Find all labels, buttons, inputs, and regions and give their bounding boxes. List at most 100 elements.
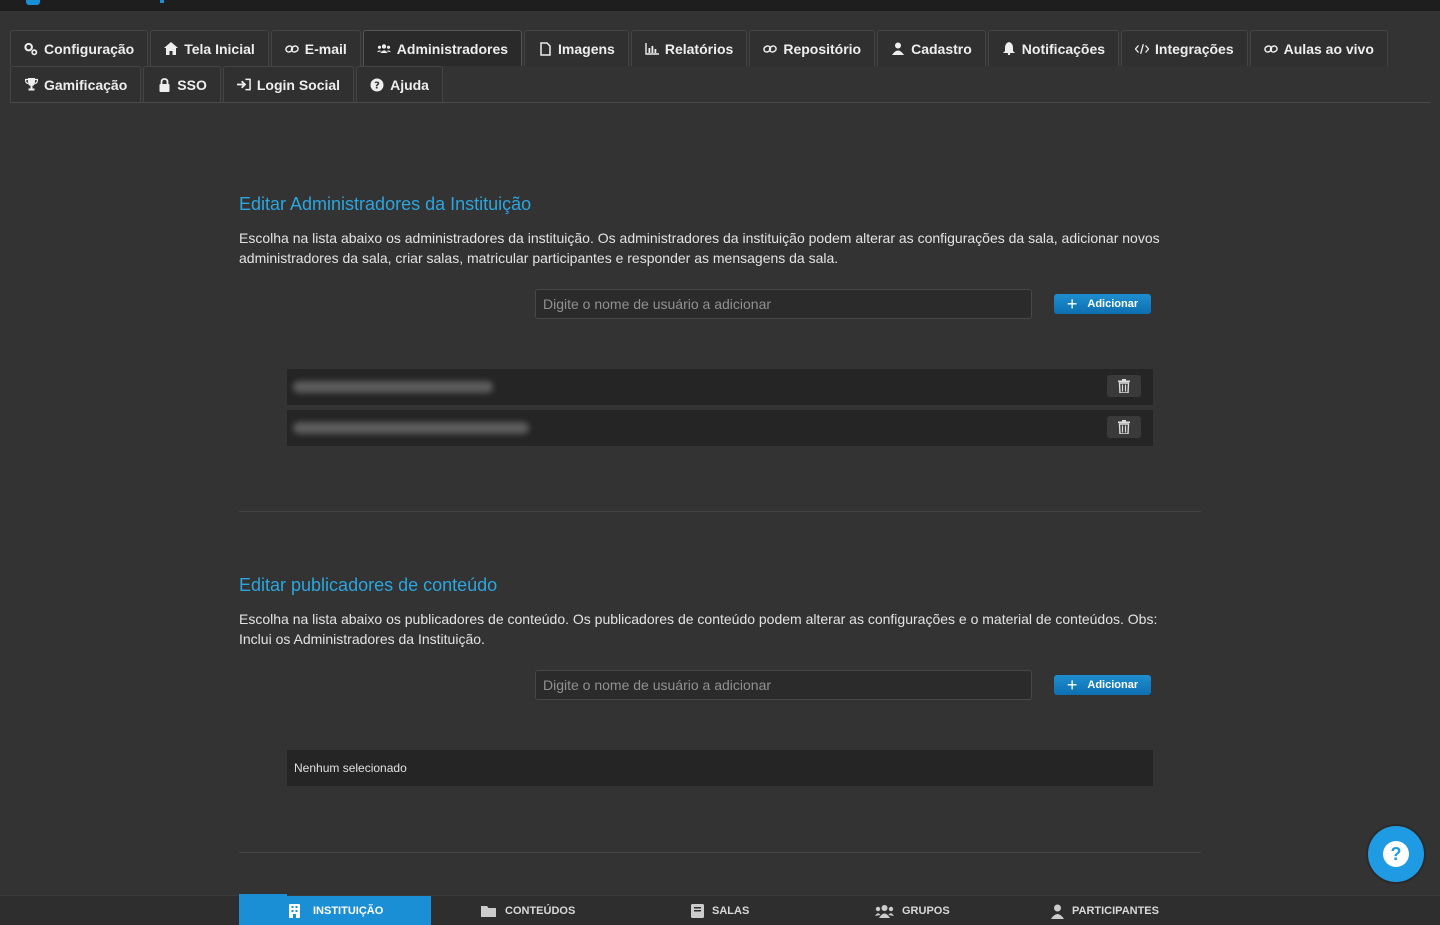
tab-cadastro[interactable]: Cadastro [877,30,986,66]
question-icon: ? [1383,841,1409,867]
building-icon [289,904,300,918]
folder-icon [481,906,496,917]
users-icon [875,905,894,918]
file-icon [538,41,552,56]
tab-label: Notificações [1021,40,1106,57]
code-icon [1135,42,1150,56]
delete-admin-button[interactable] [1107,416,1141,438]
tab-email[interactable]: E-mail [270,30,361,66]
link-icon [763,42,778,56]
plus-icon: + [1066,294,1078,314]
trophy-icon [24,78,38,92]
add-admin-button[interactable]: + Adicionar [1054,294,1151,314]
redacted-email [293,381,493,393]
admins-title: Editar Administradores da Instituição [239,194,532,214]
nav-label: CONTEÚDOS [505,905,576,917]
admins-section: Editar Administradores da Instituição Es… [239,194,1201,454]
tab-label: Integrações [1155,40,1234,57]
tab-imagens[interactable]: Imagens [524,30,629,66]
users-icon [376,42,391,56]
trash-icon [1118,420,1130,434]
link-icon [1263,42,1278,56]
publishers-title: Editar publicadores de conteúdo [239,575,498,595]
admins-list [287,369,1153,451]
tab-label: Ajuda [390,76,429,93]
tab-aulas-ao-vivo[interactable]: Aulas ao vivo [1249,30,1388,66]
admins-description: Escolha na lista abaixo os administrador… [239,230,1160,266]
nav-salas[interactable]: SALAS [691,896,749,925]
lock-icon [157,77,171,92]
nav-label: SALAS [712,905,750,917]
user-icon [1051,904,1064,919]
section-divider [239,852,1201,853]
nav-label: PARTICIPANTES [1072,905,1159,917]
logo[interactable] [26,0,40,5]
list-item [287,410,1153,446]
admin-username-input[interactable] [535,289,1032,319]
bottom-nav: INSTITUIÇÃO CONTEÚDOS SALAS GRUPOS PARTI… [0,894,1440,925]
tab-gamificacao[interactable]: Gamificação [10,66,142,102]
tab-row-2: Gamificação SSO Login Social ? Ajuda [10,66,1430,102]
plus-icon: + [1066,675,1078,695]
tab-administradores[interactable]: Administradores [362,30,523,66]
svg-text:?: ? [374,80,380,91]
redacted-email [293,422,529,434]
nav-label: GRUPOS [902,905,950,917]
tab-label: Gamificação [44,76,128,93]
tab-notificacoes[interactable]: Notificações [987,30,1120,66]
gears-icon [24,42,38,56]
settings-tabs: Configuração Tela Inicial E-mail Adminis… [10,30,1430,103]
list-item [287,369,1153,405]
tab-repositorio[interactable]: Repositório [749,30,876,66]
tab-label: Login Social [256,76,341,93]
header-accent [160,0,164,3]
nav-conteudos[interactable]: CONTEÚDOS [481,896,575,925]
trash-icon [1118,379,1130,393]
admins-add-row: + Adicionar [535,289,1151,319]
tab-label: Cadastro [911,40,972,57]
tab-login-social[interactable]: Login Social [222,66,355,102]
nav-grupos[interactable]: GRUPOS [875,896,950,925]
tab-label: Relatórios [664,40,734,57]
tab-label: SSO [177,76,207,93]
sign-in-icon [236,78,251,92]
help-button[interactable]: ? [1368,826,1424,882]
tab-label: Configuração [44,40,135,57]
publishers-description: Escolha na lista abaixo os publicadores … [239,611,1158,647]
nav-instituicao[interactable]: INSTITUIÇÃO [239,894,431,925]
bell-icon [1002,42,1016,56]
add-publisher-button[interactable]: + Adicionar [1054,675,1151,695]
tab-integracoes[interactable]: Integrações [1121,30,1248,66]
tabs-divider [10,102,1430,103]
publisher-username-input[interactable] [535,670,1032,700]
tab-row-1: Configuração Tela Inicial E-mail Adminis… [10,30,1430,66]
tab-ajuda[interactable]: ? Ajuda [356,66,443,102]
bar-chart-icon [645,42,659,56]
tab-label: Aulas ao vivo [1283,40,1374,57]
add-publisher-label: Adicionar [1087,679,1139,691]
tab-label: Imagens [558,40,615,57]
tab-label: E-mail [304,40,347,57]
tab-relatorios[interactable]: Relatórios [630,30,748,66]
publishers-add-row: + Adicionar [535,670,1151,700]
tab-tela-inicial[interactable]: Tela Inicial [150,30,269,66]
book-icon [691,904,704,918]
user-icon [891,42,905,56]
tab-configuracao[interactable]: Configuração [10,30,149,66]
tab-sso[interactable]: SSO [143,66,221,102]
empty-list-message: Nenhum selecionado [287,750,1153,786]
tab-label: Repositório [783,40,862,57]
tab-label: Administradores [396,40,509,57]
link-icon [285,42,299,56]
tab-label: Tela Inicial [184,40,255,57]
add-admin-label: Adicionar [1087,298,1139,310]
publishers-section: Editar publicadores de conteúdo Escolha … [239,575,1201,790]
top-header [0,0,1440,11]
delete-admin-button[interactable] [1107,375,1141,397]
nav-label: INSTITUIÇÃO [313,905,384,917]
question-circle-icon: ? [370,78,384,92]
nav-participantes[interactable]: PARTICIPANTES [1051,896,1159,925]
publishers-list: Nenhum selecionado [287,750,1153,786]
section-divider [239,511,1201,512]
home-icon [164,42,179,56]
